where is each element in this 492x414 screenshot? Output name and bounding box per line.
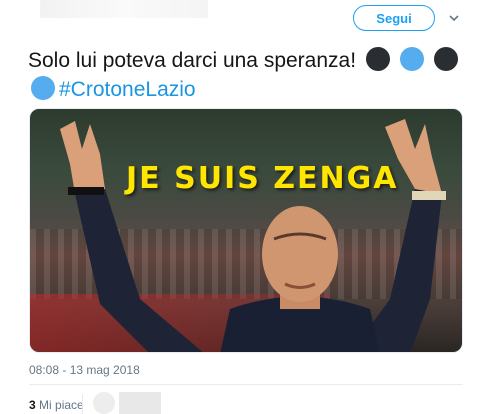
hashtag-link[interactable]: #CrotoneLazio <box>59 78 196 101</box>
black-circle-emoji-icon <box>433 47 458 71</box>
hashtag-line: #CrotoneLazio <box>28 76 196 103</box>
likes-count[interactable]: 3 Mi piace <box>29 398 84 412</box>
follow-button[interactable]: Segui <box>353 5 435 31</box>
black-circle-emoji-icon <box>365 47 390 71</box>
chevron-down-icon[interactable] <box>447 11 461 25</box>
divider <box>29 384 463 385</box>
tweet-text-line: Solo lui poteva darci una speranza! <box>28 47 458 74</box>
blue-circle-emoji-icon <box>31 76 55 100</box>
likes-number: 3 <box>29 398 36 412</box>
liker-avatar-blurred[interactable] <box>119 392 161 414</box>
blue-circle-emoji-icon <box>399 47 424 71</box>
tweet-text: Solo lui poteva darci una speranza! <box>28 49 357 72</box>
likes-label: Mi piace <box>39 398 84 412</box>
photo-person-illustration <box>60 119 446 352</box>
blurred-username <box>40 0 208 18</box>
likes-divider <box>82 394 83 414</box>
tweet-photo[interactable]: JE SUIS ZENGA <box>29 108 463 353</box>
tweet-timestamp[interactable]: 08:08 - 13 mag 2018 <box>29 363 140 377</box>
photo-caption: JE SUIS ZENGA <box>126 161 399 196</box>
liker-avatar[interactable] <box>93 392 115 414</box>
